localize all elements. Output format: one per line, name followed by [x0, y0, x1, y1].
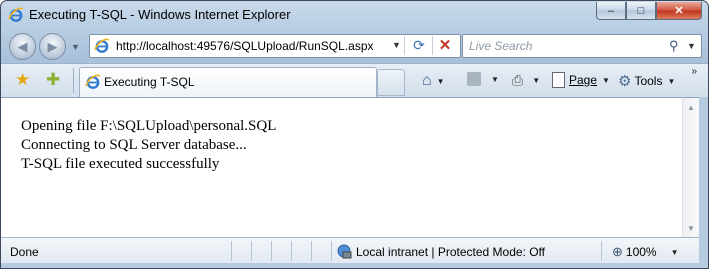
ie-page-icon — [85, 74, 101, 89]
status-text: Done — [10, 245, 39, 259]
status-divider — [231, 241, 232, 261]
vertical-scrollbar[interactable]: ▲ ▼ — [682, 97, 700, 238]
scroll-up-icon[interactable]: ▲ — [687, 103, 695, 112]
window-title: Executing T-SQL - Windows Internet Explo… — [29, 7, 291, 22]
tab-label: Executing T-SQL — [104, 75, 195, 89]
status-bar: Done Local intranet | Protected Mode: Of… — [1, 237, 699, 264]
close-button[interactable]: ✕ — [656, 2, 702, 20]
status-divider — [331, 241, 332, 261]
address-divider — [432, 36, 433, 55]
back-button[interactable]: ◀ — [9, 33, 36, 60]
page-icon — [552, 72, 565, 88]
status-divider — [251, 241, 252, 261]
search-provider-dropdown[interactable]: ▼ — [687, 41, 696, 51]
status-divider — [291, 241, 292, 261]
recent-pages-dropdown[interactable]: ▼ — [71, 42, 80, 52]
zoom-level: 100% — [625, 245, 657, 259]
status-divider — [601, 241, 602, 261]
address-bar[interactable]: http://localhost:49576/SQLUpload/RunSQL.… — [89, 34, 461, 58]
toolbar-overflow-icon[interactable]: » — [691, 66, 697, 77]
output-line: Connecting to SQL Server database... — [21, 137, 247, 153]
scroll-down-icon[interactable]: ▼ — [687, 224, 695, 233]
navigation-bar: ◀ ▶ ▼ http://localhost:49576/SQLUpload/R… — [1, 29, 708, 63]
tools-menu-label: Tools — [634, 74, 663, 88]
tools-menu[interactable]: ⚙ Tools ▼ — [618, 72, 675, 90]
ie-logo-icon — [8, 7, 24, 22]
title-bar[interactable]: Executing T-SQL - Windows Internet Explo… — [1, 1, 708, 29]
window-controls: – □ ✕ — [596, 2, 702, 20]
search-icon[interactable]: ⚲ — [669, 38, 679, 54]
tab-divider — [73, 68, 74, 93]
page-menu[interactable]: Page ▼ — [552, 72, 610, 88]
address-divider — [404, 36, 405, 55]
refresh-icon[interactable]: ⟳ — [408, 37, 430, 54]
new-tab-button[interactable] — [377, 69, 405, 96]
stop-icon[interactable]: ✕ — [434, 36, 456, 55]
chevron-down-icon: ▼ — [602, 75, 610, 85]
status-divider — [311, 241, 312, 261]
favorites-center-icon[interactable]: ★ — [15, 70, 30, 90]
add-to-favorites-icon[interactable]: ✚ — [46, 70, 60, 90]
intranet-globe-icon — [337, 244, 352, 259]
page-menu-label: Page — [569, 73, 598, 87]
status-divider — [271, 241, 272, 261]
minimize-button[interactable]: – — [596, 2, 626, 20]
zone-label: Local intranet | Protected Mode: Off — [356, 244, 545, 259]
address-dropdown[interactable]: ▼ — [392, 40, 401, 50]
tab-bar: ★ ✚ Executing T-SQL ⌂ ▼ ▼ ⎙ ▼ Page ▼ ⚙ T… — [1, 63, 708, 98]
search-input[interactable]: Live Search — [469, 39, 532, 53]
chevron-down-icon: ▼ — [436, 76, 445, 86]
gear-icon: ⚙ — [618, 73, 632, 90]
tab-executing-tsql[interactable]: Executing T-SQL — [79, 67, 377, 97]
output-line: Opening file F:\SQLUpload\personal.SQL — [21, 118, 277, 134]
security-zone[interactable]: Local intranet | Protected Mode: Off — [337, 244, 545, 259]
search-box[interactable]: Live Search ⚲ ▼ — [462, 34, 702, 58]
chevron-down-icon: ▼ — [532, 76, 541, 85]
arrow-right-icon: ▶ — [47, 38, 58, 54]
maximize-button[interactable]: □ — [626, 2, 656, 20]
forward-button[interactable]: ▶ — [39, 33, 66, 60]
window-frame-right — [699, 97, 708, 268]
rss-feed-icon — [467, 72, 481, 86]
arrow-left-icon: ◀ — [17, 38, 28, 54]
home-icon: ⌂ — [422, 72, 432, 89]
browser-window: Executing T-SQL - Windows Internet Explo… — [0, 0, 709, 269]
window-frame-bottom — [1, 263, 708, 268]
printer-icon: ⎙ — [512, 72, 524, 88]
home-button[interactable]: ⌂ ▼ — [422, 72, 445, 90]
print-button[interactable]: ⎙ ▼ — [512, 72, 540, 89]
page-icon — [94, 38, 110, 53]
page-content: Opening file F:\SQLUpload\personal.SQL C… — [1, 97, 682, 238]
output-line: T-SQL file executed successfully — [21, 156, 220, 172]
zoom-magnifier-icon: ⊕ — [612, 244, 623, 259]
zoom-control[interactable]: ⊕ 100% ▼ — [612, 244, 679, 260]
chevron-down-icon: ▼ — [491, 74, 499, 84]
chevron-down-icon: ▼ — [667, 76, 676, 86]
address-input[interactable]: http://localhost:49576/SQLUpload/RunSQL.… — [116, 39, 374, 53]
chevron-down-icon: ▼ — [670, 247, 679, 257]
feeds-button[interactable]: ▼ — [467, 72, 499, 86]
